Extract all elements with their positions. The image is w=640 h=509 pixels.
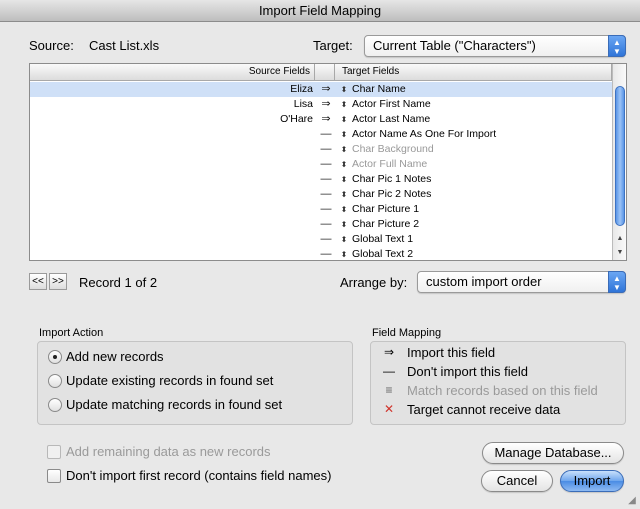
previous-record-button[interactable]: << <box>29 273 47 290</box>
legend-item-label: Don't import this field <box>407 364 528 379</box>
source-label: Source: <box>29 38 74 53</box>
cancel-button[interactable]: Cancel <box>481 470 553 492</box>
import-button[interactable]: Import <box>560 470 624 492</box>
target-field-cell: Char Picture 1 <box>352 203 420 215</box>
source-field-cell: Lisa <box>293 98 313 110</box>
table-row[interactable]: Lisa ⇒ ⬍ Actor First Name <box>30 97 612 112</box>
table-row[interactable]: O'Hare ⇒ ⬍ Actor Last Name <box>30 112 612 127</box>
target-field-cell: Global Text 1 <box>352 233 414 245</box>
table-row[interactable]: — ⬍ Char Picture 1 <box>30 202 612 217</box>
mapping-toggle-icon[interactable]: — <box>317 202 335 217</box>
drag-handle-icon[interactable]: ⬍ <box>339 202 349 217</box>
legend-item-label: Target cannot receive data <box>407 402 561 417</box>
drag-handle-icon[interactable]: ⬍ <box>339 97 349 112</box>
legend-symbol-icon: — <box>383 364 395 378</box>
record-status: Record 1 of 2 <box>79 275 158 290</box>
arrange-by-value: custom import order <box>426 274 542 289</box>
legend-symbol-icon: ≡ <box>385 383 393 397</box>
target-field-cell: Char Picture 2 <box>352 218 420 230</box>
table-header: Source Fields Target Fields <box>30 64 626 81</box>
popup-stepper-icon: ▲ ▼ <box>608 35 626 57</box>
target-field-cell: Actor Last Name <box>352 113 431 125</box>
drag-handle-icon[interactable]: ⬍ <box>339 112 349 127</box>
add-remaining-checkbox[interactable] <box>47 445 61 459</box>
popup-stepper-icon: ▲ ▼ <box>608 271 626 293</box>
source-file-name: Cast List.xls <box>89 38 160 53</box>
target-table-popup[interactable]: Current Table ("Characters") ▲ ▼ <box>364 35 626 57</box>
target-field-cell: Global Text 2 <box>352 248 414 260</box>
mapping-toggle-icon[interactable]: — <box>317 157 335 172</box>
field-mapping-table[interactable]: Source Fields Target Fields Eliza ⇒ ⬍ Char … <box>29 63 627 261</box>
window-title: Import Field Mapping <box>0 0 640 22</box>
target-field-cell: Actor First Name <box>352 98 431 110</box>
table-row[interactable]: — ⬍ Char Pic 1 Notes <box>30 172 612 187</box>
mapping-toggle-icon[interactable]: ⇒ <box>317 82 335 97</box>
mapping-toggle-icon[interactable]: — <box>317 187 335 202</box>
skip-first-record-checkbox[interactable] <box>47 469 61 483</box>
mapping-toggle-icon[interactable]: — <box>317 127 335 142</box>
header-mapping-column <box>315 64 335 80</box>
manage-database-button[interactable]: Manage Database... <box>482 442 624 464</box>
header-target-fields[interactable]: Target Fields <box>336 64 612 80</box>
skip-first-record-label: Don't import first record (contains fiel… <box>66 468 332 483</box>
mapping-toggle-icon[interactable]: — <box>317 217 335 232</box>
table-row[interactable]: — ⬍ Char Background <box>30 142 612 157</box>
table-row[interactable]: — ⬍ Global Text 1 <box>30 232 612 247</box>
target-field-cell: Actor Full Name <box>352 158 428 170</box>
target-field-cell: Char Background <box>352 143 434 155</box>
next-record-button[interactable]: >> <box>49 273 67 290</box>
legend-item-label: Import this field <box>407 345 496 360</box>
table-row[interactable]: Eliza ⇒ ⬍ Char Name <box>30 82 612 97</box>
mapping-toggle-icon[interactable]: — <box>317 247 335 262</box>
header-source-fields[interactable]: Source Fields <box>30 64 315 80</box>
legend-symbol-icon: ✕ <box>383 402 395 416</box>
source-field-cell: Eliza <box>290 83 313 95</box>
import-action-option-label[interactable]: Add new records <box>66 349 164 364</box>
target-field-cell: Char Name <box>352 83 406 95</box>
table-vertical-scrollbar[interactable]: ▲ ▼ <box>612 64 626 260</box>
arrange-by-label: Arrange by: <box>340 275 408 290</box>
drag-handle-icon[interactable]: ⬍ <box>339 217 349 232</box>
target-field-cell: Char Pic 1 Notes <box>352 173 432 185</box>
resize-grip-icon[interactable]: ◢ <box>626 495 638 507</box>
source-field-cell: O'Hare <box>280 113 313 125</box>
import-action-option-label[interactable]: Update existing records in found set <box>66 373 273 388</box>
import-action-option-label[interactable]: Update matching records in found set <box>66 397 282 412</box>
field-mapping-title: Field Mapping <box>372 327 442 339</box>
target-field-cell: Actor Name As One For Import <box>352 128 497 140</box>
mapping-toggle-icon[interactable]: — <box>317 232 335 247</box>
mapping-toggle-icon[interactable]: ⇒ <box>317 97 335 112</box>
scroll-up-icon[interactable]: ▲ <box>613 232 627 246</box>
table-row[interactable]: — ⬍ Char Picture 2 <box>30 217 612 232</box>
drag-handle-icon[interactable]: ⬍ <box>339 232 349 247</box>
table-row[interactable]: — ⬍ Char Pic 2 Notes <box>30 187 612 202</box>
target-table-value: Current Table ("Characters") <box>373 38 536 53</box>
drag-handle-icon[interactable]: ⬍ <box>339 187 349 202</box>
mapping-toggle-icon[interactable]: ⇒ <box>317 112 335 127</box>
import-action-radio[interactable] <box>48 374 62 388</box>
table-row[interactable]: — ⬍ Actor Full Name <box>30 157 612 172</box>
drag-handle-icon[interactable]: ⬍ <box>339 127 349 142</box>
drag-handle-icon[interactable]: ⬍ <box>339 172 349 187</box>
scroll-thumb[interactable] <box>615 86 625 226</box>
mapping-toggle-icon[interactable]: — <box>317 142 335 157</box>
target-label: Target: <box>313 38 353 53</box>
drag-handle-icon[interactable]: ⬍ <box>339 157 349 172</box>
drag-handle-icon[interactable]: ⬍ <box>339 142 349 157</box>
legend-item-label: Match records based on this field <box>407 383 598 398</box>
table-rows: Eliza ⇒ ⬍ Char Name Lisa ⇒ ⬍ Actor First Name O'… <box>30 82 612 262</box>
add-remaining-label: Add remaining data as new records <box>66 444 271 459</box>
arrange-by-popup[interactable]: custom import order ▲ ▼ <box>417 271 626 293</box>
legend-symbol-icon: ⇒ <box>383 345 395 359</box>
mapping-toggle-icon[interactable]: — <box>317 172 335 187</box>
import-action-radio[interactable] <box>48 398 62 412</box>
drag-handle-icon[interactable]: ⬍ <box>339 247 349 262</box>
import-action-radio[interactable] <box>48 350 62 364</box>
table-row[interactable]: — ⬍ Actor Name As One For Import <box>30 127 612 142</box>
drag-handle-icon[interactable]: ⬍ <box>339 82 349 97</box>
import-action-title: Import Action <box>39 327 104 339</box>
scroll-down-icon[interactable]: ▼ <box>613 246 627 260</box>
target-field-cell: Char Pic 2 Notes <box>352 188 432 200</box>
table-row[interactable]: — ⬍ Global Text 2 <box>30 247 612 262</box>
